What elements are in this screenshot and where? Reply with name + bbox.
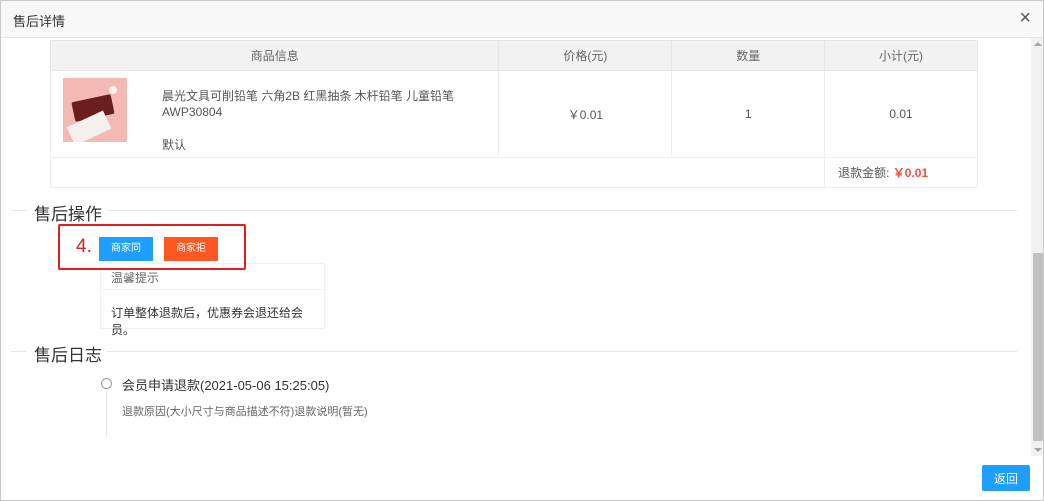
scroll-down-arrow-icon[interactable]	[1034, 448, 1042, 452]
section-heading: 售后日志	[34, 346, 102, 365]
header-quantity: 数量	[671, 40, 826, 71]
refund-value: ￥0.01	[892, 166, 929, 180]
close-icon[interactable]: ×	[1019, 8, 1031, 28]
annotation-step-number: 4.	[76, 236, 92, 257]
refund-amount: 退款金额: ￥0.01	[824, 157, 978, 188]
section-after-sale-ops: 售后操作	[1, 200, 1017, 224]
scroll-thumb[interactable]	[1033, 253, 1043, 441]
product-sku: 默认	[162, 138, 187, 152]
goods-table: 商品信息 价格(元) 数量 小计(元) 晨光文具可削铅笔 六角2B 红黑抽条 木…	[49, 40, 978, 188]
table-row: 晨光文具可削铅笔 六角2B 红黑抽条 木杆铅笔 儿童铅笔AWP30804 默认 …	[49, 70, 978, 158]
dialog-titlebar: 售后详情 ×	[1, 1, 1043, 38]
dialog-footer: 返回	[1, 456, 1043, 500]
tip-title: 温馨提示	[111, 271, 160, 285]
product-name[interactable]: 晨光文具可削铅笔 六角2B 红黑抽条 木杆铅笔 儿童铅笔AWP30804	[162, 88, 462, 120]
after-sale-detail-dialog: 售后详情 × 商品信息 价格(元) 数量 小计(元) 晨光文具可削铅笔 六角2B…	[0, 0, 1044, 501]
product-price: ￥0.01	[498, 70, 673, 158]
dialog-title: 售后详情	[13, 14, 66, 29]
tip-box: 温馨提示 订单整体退款后，优惠券会退还给会员。	[100, 263, 326, 337]
vertical-scrollbar[interactable]	[1031, 38, 1043, 456]
timeline-line	[106, 391, 107, 436]
dialog-content: 商品信息 价格(元) 数量 小计(元) 晨光文具可削铅笔 六角2B 红黑抽条 木…	[1, 38, 1031, 456]
header-subtotal: 小计(元)	[824, 40, 978, 71]
table-header-row: 商品信息 价格(元) 数量 小计(元)	[49, 40, 978, 71]
header-product-info: 商品信息	[49, 40, 500, 71]
product-info-cell: 晨光文具可削铅笔 六角2B 红黑抽条 木杆铅笔 儿童铅笔AWP30804 默认	[49, 70, 500, 158]
section-heading: 售后操作	[34, 205, 102, 224]
refund-label: 退款金额:	[838, 166, 893, 180]
product-subtotal: 0.01	[824, 70, 978, 158]
log-entry-title: 会员申请退款(2021-05-06 15:25:05)	[122, 378, 330, 393]
section-after-sale-log: 售后日志	[1, 341, 1017, 365]
back-button[interactable]: 返回	[982, 465, 1030, 491]
refund-summary-row: 退款金额: ￥0.01	[49, 157, 978, 188]
timeline-dot-icon	[101, 378, 112, 389]
scroll-up-arrow-icon[interactable]	[1034, 42, 1042, 46]
log-entry-desc: 退款原因(大小尺寸与商品描述不符)退款说明(暂无)	[122, 406, 368, 418]
header-price: 价格(元)	[498, 40, 673, 71]
tip-text: 订单整体退款后，优惠券会退还给会员。	[111, 306, 304, 337]
product-image[interactable]	[63, 78, 127, 142]
product-quantity: 1	[671, 70, 826, 158]
